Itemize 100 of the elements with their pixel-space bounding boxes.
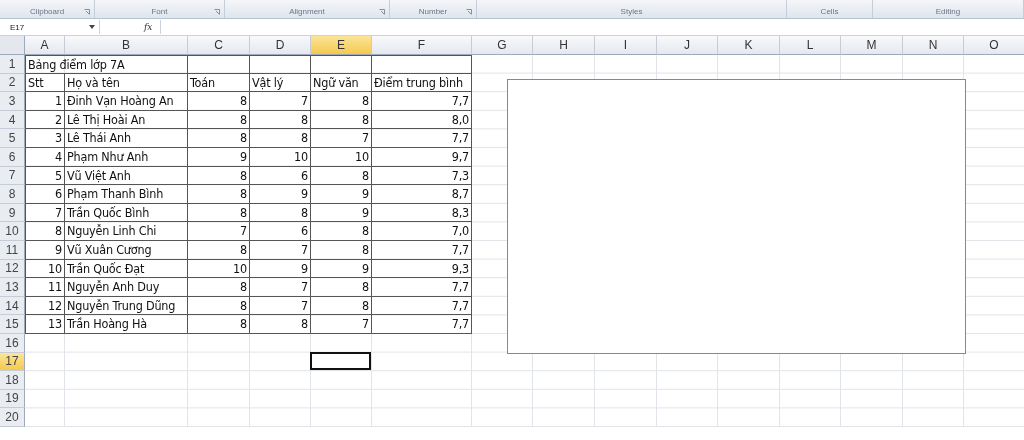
table-cell: Trần Hoàng Hà <box>65 315 188 334</box>
table-cell: Phạm Thanh Bình <box>65 185 188 204</box>
table-cell: 8 <box>311 278 372 297</box>
caret-icon[interactable] <box>89 25 95 29</box>
ribbon-group-label: Number <box>418 7 448 16</box>
column-header[interactable]: F <box>372 36 472 55</box>
table-cell: 8 <box>250 203 311 223</box>
table-cell: 8 <box>250 110 311 130</box>
table-cell: 7 <box>250 240 311 260</box>
column-header[interactable]: I <box>595 36 657 55</box>
column-header[interactable]: K <box>718 36 780 55</box>
column-header[interactable]: H <box>533 36 595 55</box>
empty-cell[interactable] <box>250 55 311 74</box>
table-cell: Nguyễn Anh Duy <box>65 278 188 297</box>
column-heading: Ngữ văn <box>311 73 372 93</box>
table-cell: 7,7 <box>372 240 472 260</box>
table-cell: Lê Thái Anh <box>65 129 188 148</box>
table-cell: 8 <box>188 240 250 260</box>
column-header[interactable]: M <box>841 36 903 55</box>
table-cell: 10 <box>188 259 250 279</box>
dialog-launcher-icon[interactable] <box>214 9 220 15</box>
table-cell: 8 <box>188 110 250 130</box>
column-header[interactable]: D <box>250 36 311 55</box>
column-header[interactable]: A <box>25 36 65 55</box>
column-header[interactable]: O <box>964 36 1024 55</box>
table-cell: 7 <box>250 92 311 111</box>
table-cell: 8 <box>311 92 372 111</box>
table-cell: 8 <box>188 203 250 223</box>
empty-cell[interactable] <box>188 55 250 74</box>
selected-cell-cursor[interactable] <box>310 351 371 371</box>
table-cell: Trần Quốc Bình <box>65 203 188 223</box>
table-cell: 2 <box>25 110 65 130</box>
table-title: Bảng điểm lớp 7A <box>25 55 188 74</box>
table-cell: 8 <box>311 166 372 186</box>
insert-function-button[interactable]: fx <box>144 22 153 32</box>
table-cell: 4 <box>25 147 65 167</box>
table-cell: 5 <box>25 166 65 186</box>
table-cell: 7 <box>250 296 311 316</box>
table-cell: Vũ Việt Anh <box>65 166 188 186</box>
table-cell: 8 <box>311 110 372 130</box>
row-header[interactable]: 15 <box>0 315 25 334</box>
table-cell: 8 <box>188 185 250 204</box>
table-cell: 8 <box>188 296 250 316</box>
table-cell: Nguyễn Linh Chi <box>65 222 188 241</box>
column-heading: Stt <box>25 73 65 93</box>
table-cell: 8 <box>250 315 311 334</box>
table-cell: 8 <box>250 129 311 148</box>
dialog-launcher-icon[interactable] <box>379 9 385 15</box>
table-cell: Đinh Vạn Hoàng An <box>65 92 188 111</box>
table-cell: Phạm Như Anh <box>65 147 188 167</box>
row-header[interactable]: 5 <box>0 129 25 148</box>
empty-cell[interactable] <box>372 55 472 74</box>
table-cell: 7,0 <box>372 222 472 241</box>
column-header[interactable]: E <box>311 36 372 55</box>
table-cell: 7,3 <box>372 166 472 186</box>
table-cell: Nguyễn Trung Dũng <box>65 296 188 316</box>
select-all-corner[interactable] <box>0 36 25 55</box>
table-cell: 3 <box>25 129 65 148</box>
table-cell: 8,0 <box>372 110 472 130</box>
table-cell: 7 <box>311 315 372 334</box>
table-cell: 8 <box>188 129 250 148</box>
table-cell: 6 <box>250 166 311 186</box>
ribbon-group-label: Font <box>151 7 168 16</box>
table-cell: 7,7 <box>372 92 472 111</box>
column-header[interactable]: G <box>472 36 533 55</box>
column-header[interactable]: C <box>188 36 250 55</box>
ribbon-group-label: Cells <box>820 7 839 16</box>
row-header[interactable]: 13 <box>0 278 25 297</box>
table-cell: 6 <box>250 222 311 241</box>
row-header[interactable]: 18 <box>0 371 25 390</box>
column-header[interactable]: J <box>657 36 718 55</box>
table-cell: 10 <box>25 259 65 279</box>
table-cell: 8 <box>188 166 250 186</box>
table-cell: 11 <box>25 278 65 297</box>
row-header[interactable]: 10 <box>0 222 25 241</box>
row-header[interactable]: 8 <box>0 185 25 204</box>
table-cell: 7 <box>311 129 372 148</box>
table-cell: 9,3 <box>372 259 472 279</box>
name-box[interactable]: E17 <box>0 20 100 34</box>
table-cell: 9 <box>25 240 65 260</box>
table-cell: 7,7 <box>372 315 472 334</box>
table-cell: 9 <box>188 147 250 167</box>
row-header[interactable]: 3 <box>0 92 25 111</box>
column-header[interactable]: L <box>780 36 841 55</box>
dialog-launcher-icon[interactable] <box>466 9 472 15</box>
dialog-launcher-icon[interactable] <box>84 9 90 15</box>
table-cell: 9 <box>311 259 372 279</box>
row-header[interactable]: 20 <box>0 408 25 427</box>
empty-cell[interactable] <box>311 55 372 74</box>
table-cell: Lê Thị Hoài An <box>65 110 188 130</box>
table-cell: Trần Quốc Đạt <box>65 259 188 279</box>
table-cell: 7 <box>25 203 65 223</box>
table-cell: 7,7 <box>372 296 472 316</box>
ribbon-group-label: Clipboard <box>29 7 65 16</box>
column-header[interactable]: N <box>903 36 964 55</box>
row-header[interactable]: 1 <box>0 55 25 74</box>
column-heading: Họ và tên <box>65 73 188 93</box>
table-cell: Vũ Xuân Cương <box>65 240 188 260</box>
table-cell: 9 <box>250 259 311 279</box>
column-header[interactable]: B <box>65 36 188 55</box>
